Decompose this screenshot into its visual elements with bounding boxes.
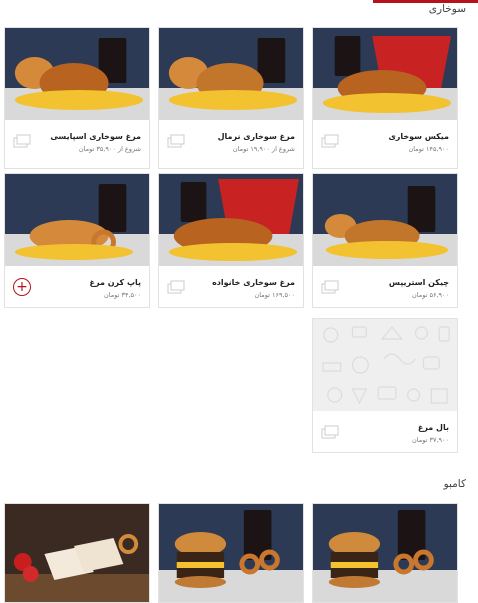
product-photo bbox=[159, 174, 303, 266]
product-photo bbox=[5, 174, 149, 266]
product-card-family-chicken[interactable]: مرغ سوخاری خانواده ۱۶۹,۵۰۰ تومان bbox=[158, 173, 304, 308]
product-name: پاپ کرن مرغ bbox=[89, 278, 141, 287]
section-title-combo: کامبو bbox=[443, 478, 466, 490]
product-name: مرغ سوخاری نرمال bbox=[217, 132, 295, 141]
stacked-cards-icon bbox=[321, 425, 339, 439]
product-card-chicken-strips[interactable]: چیکن استریپس ۵۶,۹۰۰ تومان bbox=[312, 173, 458, 308]
section-title-fried: سوخاری bbox=[428, 3, 466, 15]
product-price: ۵۶,۹۰۰ تومان bbox=[412, 291, 449, 299]
combo-card-wrap[interactable] bbox=[4, 503, 150, 603]
product-photo bbox=[159, 28, 303, 120]
product-price: شروع از ۳۵,۹۰۰ تومان bbox=[78, 145, 141, 153]
product-price: شروع از ۱۹,۹۰۰ تومان bbox=[232, 145, 295, 153]
product-photo bbox=[5, 28, 149, 120]
product-name: مرغ سوخاری اسپایسی bbox=[50, 132, 141, 141]
stacked-cards-icon bbox=[321, 280, 339, 294]
placeholder-image bbox=[313, 319, 457, 411]
product-card-mix-fried[interactable]: میکس سوخاری ۱۴۵,۹۰۰ تومان bbox=[312, 27, 458, 169]
stacked-cards-icon bbox=[167, 280, 185, 294]
product-name: میکس سوخاری bbox=[388, 132, 449, 141]
product-name: بال مرغ bbox=[417, 423, 449, 432]
product-card-normal-chicken[interactable]: مرغ سوخاری نرمال شروع از ۱۹,۹۰۰ تومان bbox=[158, 27, 304, 169]
plus-icon: + bbox=[16, 279, 28, 295]
combo-card-burger-2[interactable] bbox=[312, 503, 458, 603]
product-photo bbox=[313, 174, 457, 266]
product-price: ۱۶۹,۵۰۰ تومان bbox=[254, 291, 295, 299]
product-photo bbox=[313, 28, 457, 120]
stacked-cards-icon bbox=[167, 134, 185, 148]
add-to-cart-button[interactable]: + bbox=[13, 278, 31, 296]
combo-card-burger[interactable] bbox=[158, 503, 304, 603]
combo-photo bbox=[5, 504, 149, 602]
combo-photo bbox=[313, 504, 457, 602]
product-name: مرغ سوخاری خانواده bbox=[212, 278, 295, 287]
stacked-cards-icon bbox=[13, 134, 31, 148]
product-card-chicken-wings[interactable]: بال مرغ ۳۷,۹۰۰ تومان bbox=[312, 318, 458, 453]
stacked-cards-icon bbox=[321, 134, 339, 148]
combo-photo bbox=[159, 504, 303, 602]
product-price: ۳۷,۹۰۰ تومان bbox=[412, 436, 449, 444]
product-card-spicy-chicken[interactable]: مرغ سوخاری اسپایسی شروع از ۳۵,۹۰۰ تومان bbox=[4, 27, 150, 169]
product-price: ۱۴۵,۹۰۰ تومان bbox=[408, 145, 449, 153]
product-card-popcorn-chicken[interactable]: پاپ کرن مرغ ۳۴,۵۰۰ تومان + bbox=[4, 173, 150, 308]
product-price: ۳۴,۵۰۰ تومان bbox=[104, 291, 141, 299]
product-name: چیکن استریپس bbox=[388, 278, 449, 287]
